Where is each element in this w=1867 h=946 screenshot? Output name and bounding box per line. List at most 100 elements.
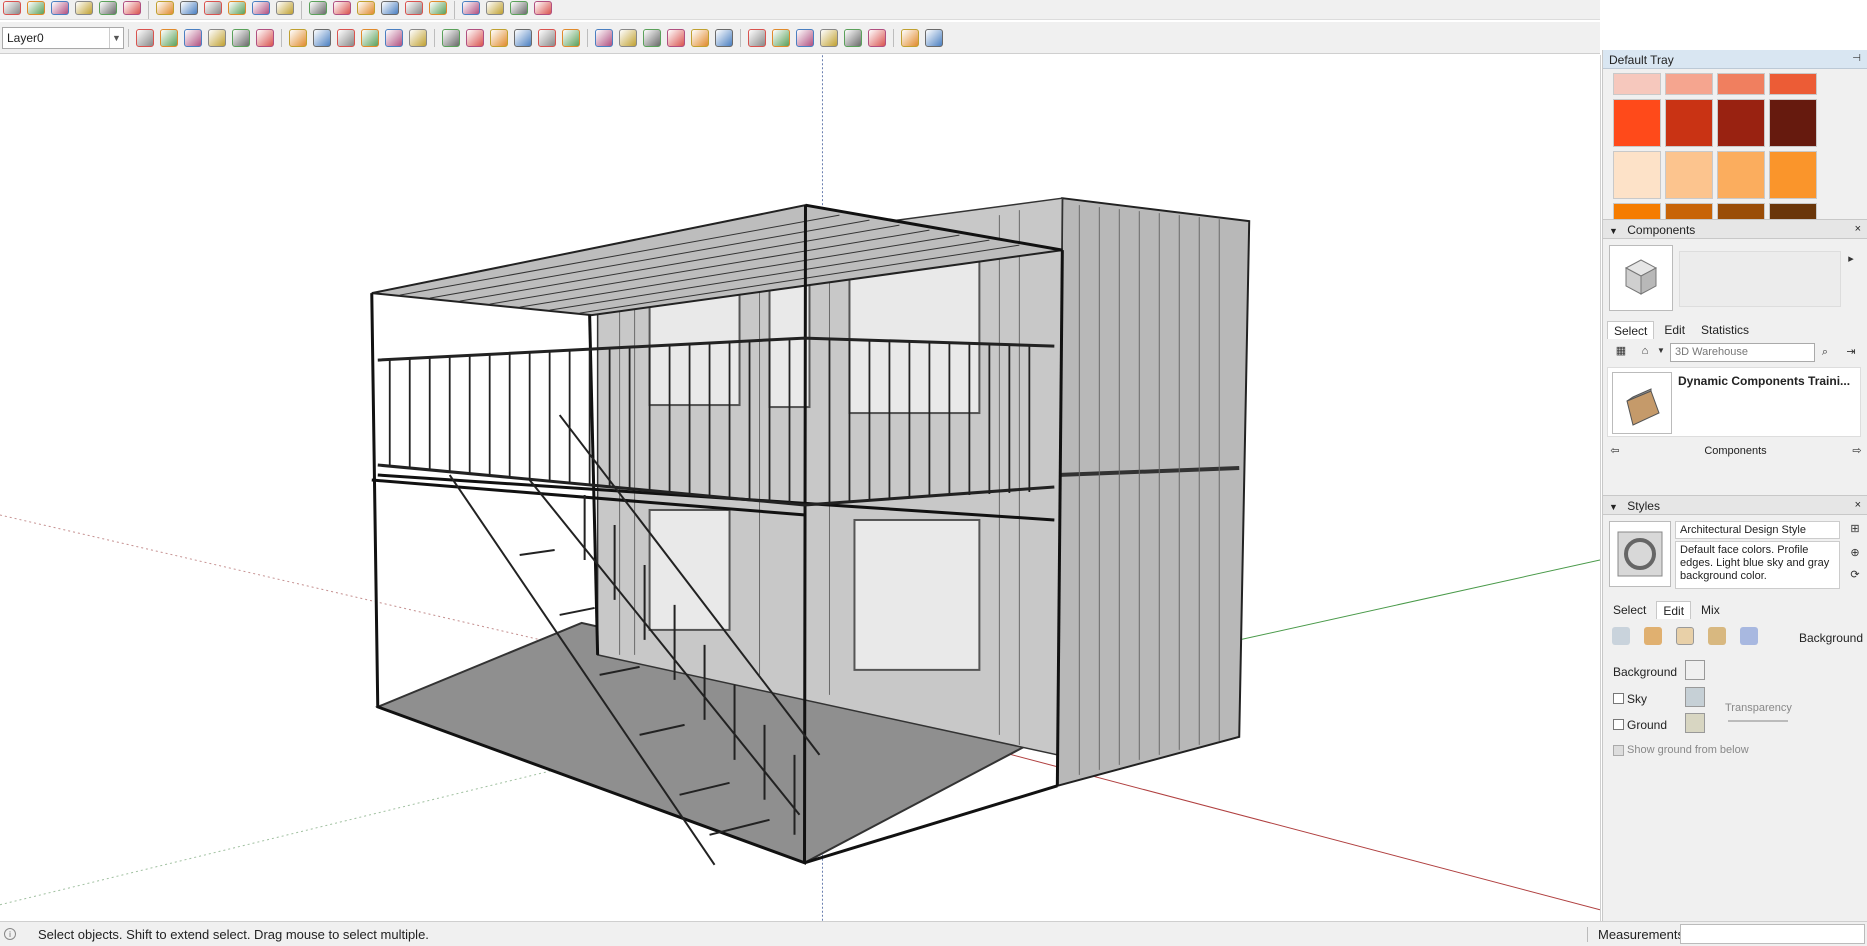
sandbox-icon[interactable] (333, 0, 351, 15)
material-swatch[interactable] (1665, 73, 1713, 95)
bend-icon[interactable] (715, 28, 733, 47)
styles-panel-header[interactable]: ▼ Styles × (1603, 495, 1867, 515)
orbit-icon[interactable] (204, 0, 222, 15)
surface-icon[interactable] (925, 28, 943, 47)
pan-icon[interactable] (228, 0, 246, 15)
measurements-input[interactable] (1680, 924, 1865, 944)
tab-styles-edit[interactable]: Edit (1656, 601, 1692, 619)
paint-bucket-icon[interactable] (51, 0, 69, 15)
nav-dropdown-icon[interactable]: ▼ (1653, 343, 1669, 359)
background-settings-icon[interactable] (1676, 627, 1694, 645)
components-panel-header[interactable]: ▼ Components × (1603, 219, 1867, 239)
rectangle-icon[interactable] (409, 28, 427, 47)
material-swatch[interactable] (1717, 99, 1765, 147)
material-swatch[interactable] (1613, 203, 1661, 219)
material-swatch[interactable] (1613, 99, 1661, 147)
show-ground-checkbox[interactable] (1613, 745, 1624, 756)
face-settings-icon[interactable] (1644, 627, 1662, 645)
view-options-icon[interactable]: ▦ (1613, 343, 1629, 359)
text-icon[interactable] (180, 0, 198, 15)
redo-icon[interactable] (313, 28, 331, 47)
material-swatch[interactable] (1769, 99, 1817, 147)
material-swatch[interactable] (1665, 151, 1713, 199)
styles-icon[interactable] (534, 0, 552, 15)
section-icon[interactable] (510, 0, 528, 15)
house-icon[interactable] (429, 0, 447, 15)
follow-me-icon[interactable] (490, 28, 508, 47)
ground-checkbox[interactable] (1613, 719, 1624, 730)
union-icon[interactable] (160, 28, 178, 47)
flatten-icon[interactable] (820, 28, 838, 47)
refresh-icon[interactable]: ⟳ (1847, 567, 1863, 583)
search-icon[interactable]: ⌕ (1817, 344, 1833, 360)
extrude-icon[interactable] (595, 28, 613, 47)
circle-icon[interactable] (442, 28, 460, 47)
pin-icon[interactable]: ⊣ (1852, 53, 1861, 64)
layer-dropdown[interactable]: Layer0 ▼ (2, 26, 124, 49)
create-style-icon[interactable]: ⊞ (1847, 521, 1863, 537)
material-swatch[interactable] (1665, 99, 1713, 147)
eraser-icon[interactable] (3, 0, 21, 15)
mirror-icon[interactable] (796, 28, 814, 47)
close-icon[interactable]: × (1855, 223, 1861, 235)
tab-components-statistics[interactable]: Statistics (1695, 321, 1755, 339)
rotate-icon[interactable] (99, 0, 117, 15)
offset-icon[interactable] (514, 28, 532, 47)
material-swatch[interactable] (1769, 73, 1817, 95)
tape-measure-icon[interactable] (156, 0, 174, 15)
transparency-slider[interactable] (1728, 720, 1788, 722)
chevron-down-icon[interactable]: ▼ (109, 27, 123, 48)
curve-icon[interactable] (844, 28, 862, 47)
push-pull-icon[interactable] (538, 28, 556, 47)
user-icon[interactable] (357, 0, 375, 15)
info-icon[interactable]: i (4, 928, 16, 940)
solid-tools-icon[interactable] (136, 28, 154, 47)
home-icon[interactable] (405, 0, 423, 15)
material-swatch[interactable] (1717, 73, 1765, 95)
background-color-swatch[interactable] (1685, 660, 1705, 680)
style-description-field[interactable]: Default face colors. Profile edges. Ligh… (1675, 541, 1840, 589)
helix-icon[interactable] (901, 28, 919, 47)
watermark-settings-icon[interactable] (1708, 627, 1726, 645)
details-arrow-icon[interactable]: ▸ (1843, 251, 1859, 267)
tab-styles-mix[interactable]: Mix (1695, 601, 1726, 619)
update-style-icon[interactable]: ⊕ (1847, 545, 1863, 561)
material-swatch[interactable] (1769, 203, 1817, 219)
material-swatch[interactable] (1717, 203, 1765, 219)
home-icon[interactable]: ⌂ (1637, 343, 1653, 359)
zoom-extents-icon[interactable] (276, 0, 294, 15)
subtract-icon[interactable] (184, 28, 202, 47)
tab-styles-select[interactable]: Select (1607, 601, 1652, 619)
taper-icon[interactable] (691, 28, 709, 47)
component-icon[interactable] (309, 0, 327, 15)
outer-shell-icon[interactable] (256, 28, 274, 47)
loft-icon[interactable] (643, 28, 661, 47)
model-viewport[interactable] (0, 55, 1601, 921)
tab-components-edit[interactable]: Edit (1658, 321, 1691, 339)
tab-components-select[interactable]: Select (1607, 321, 1655, 339)
material-swatch[interactable] (1665, 203, 1713, 219)
polygon-icon[interactable] (466, 28, 484, 47)
result-thumbnail[interactable] (1612, 372, 1672, 434)
collapse-triangle-icon[interactable]: ▼ (1609, 502, 1618, 512)
material-swatch[interactable] (1613, 151, 1661, 199)
trim-icon[interactable] (208, 28, 226, 47)
forward-arrow-icon[interactable]: ⇨ (1849, 443, 1865, 459)
spline-icon[interactable] (868, 28, 886, 47)
material-swatch[interactable] (1717, 151, 1765, 199)
intersect-icon[interactable] (562, 28, 580, 47)
skew-icon[interactable] (748, 28, 766, 47)
model-drawing[interactable] (0, 55, 1601, 921)
array-icon[interactable] (772, 28, 790, 47)
edge-settings-icon[interactable] (1612, 627, 1630, 645)
warehouse-search-input[interactable]: 3D Warehouse (1670, 343, 1815, 362)
twist-icon[interactable] (667, 28, 685, 47)
scale-icon[interactable] (123, 0, 141, 15)
sky-checkbox[interactable] (1613, 693, 1624, 704)
zoom-icon[interactable] (252, 0, 270, 15)
move-icon[interactable] (75, 0, 93, 15)
material-swatch[interactable] (1769, 151, 1817, 199)
pencil-icon[interactable] (27, 0, 45, 15)
close-icon[interactable]: × (1855, 499, 1861, 511)
style-name-field[interactable]: Architectural Design Style (1675, 521, 1840, 539)
